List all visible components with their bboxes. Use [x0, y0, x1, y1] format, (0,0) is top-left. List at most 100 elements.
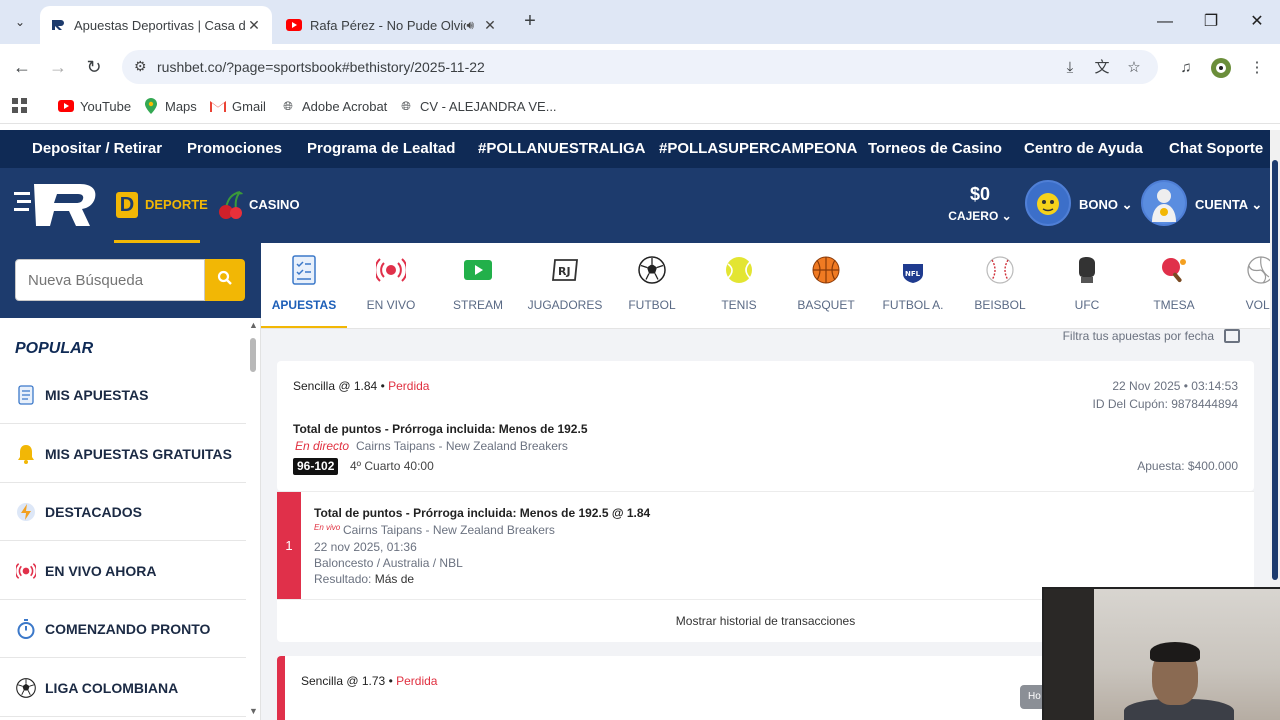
svg-text:RJ: RJ	[558, 265, 571, 278]
search-input[interactable]	[15, 259, 205, 301]
more-menu-icon[interactable]: ⋮	[1246, 57, 1268, 79]
separator: •	[385, 674, 397, 688]
sport-tab-voleibol[interactable]: VOLL	[1218, 243, 1270, 328]
leg-league: Baloncesto / Australia / NBL	[314, 556, 463, 570]
new-tab-button[interactable]: +	[518, 10, 542, 34]
tab-search-dropdown[interactable]: ⌄	[8, 10, 32, 34]
loss-indicator	[277, 656, 285, 720]
scroll-up-icon[interactable]: ▲	[249, 320, 258, 330]
event-teams: Cairns Taipans - New Zealand Breakers	[356, 439, 568, 453]
nav-programa-lealtad[interactable]: Programa de Lealtad	[307, 140, 455, 157]
bookmark-label: Adobe Acrobat	[302, 98, 388, 114]
leg-result-label: Resultado:	[314, 572, 372, 586]
sport-tab-beisbol[interactable]: BEISBOL	[957, 243, 1043, 328]
nav-polla-supercampeona[interactable]: #POLLASUPERCAMPEONA	[659, 140, 857, 157]
browser-tab-bar: ⌄ Apuestas Deportivas | Casa de Apuestas…	[0, 0, 1280, 44]
site-info-icon[interactable]: ⚙	[134, 58, 147, 75]
sport-tab-futbol-americano[interactable]: NFL FUTBOL A.	[870, 243, 956, 328]
live-label: En directo	[295, 439, 350, 453]
restore-button[interactable]: ❐	[1188, 8, 1234, 36]
bookmark-star-icon[interactable]: ☆	[1124, 58, 1144, 78]
translate-icon[interactable]: 文	[1092, 58, 1112, 78]
sidebar: POPULAR MIS APUESTAS MIS APUESTAS GRATUI…	[0, 318, 261, 720]
deporte-tab[interactable]: D DEPORTE	[114, 168, 208, 243]
sidebar-item-label: EN VIVO AHORA	[45, 563, 157, 579]
back-button[interactable]: ←	[9, 54, 35, 80]
nav-torneos-casino[interactable]: Torneos de Casino	[868, 140, 1002, 157]
close-window-button[interactable]: ✕	[1234, 8, 1280, 36]
close-tab-icon[interactable]: ✕	[482, 17, 498, 34]
sport-tab-basquet[interactable]: BASQUET	[783, 243, 869, 328]
cajero-button[interactable]: $0 CAJERO ⌄	[948, 184, 1012, 223]
profile-avatar-icon[interactable]	[1210, 57, 1232, 79]
bookmark-label: Gmail	[232, 98, 266, 114]
media-control-icon[interactable]: ♫	[1175, 57, 1197, 79]
page-scroll-thumb[interactable]	[1272, 160, 1278, 580]
sport-tab-apuestas[interactable]: APUESTAS	[261, 243, 347, 328]
casino-tab[interactable]: CASINO	[218, 168, 308, 243]
bet-card[interactable]: Sencilla @ 1.84 • Perdida 22 Nov 2025 • …	[277, 361, 1254, 491]
apps-grid-icon[interactable]	[12, 98, 28, 114]
stopwatch-icon	[16, 619, 36, 639]
sidebar-item-destacados[interactable]: DESTACADOS	[0, 483, 246, 541]
cuenta-avatar[interactable]	[1141, 180, 1187, 226]
bookmark-maps[interactable]: Maps	[143, 98, 197, 114]
date-filter[interactable]: Filtra tus apuestas por fecha	[1063, 329, 1240, 343]
sidebar-item-mis-apuestas-gratuitas[interactable]: MIS APUESTAS GRATUITAS	[0, 425, 246, 483]
install-icon[interactable]: ⤓	[1060, 58, 1080, 78]
sidebar-scrollbar[interactable]: ▲ ▼	[248, 318, 258, 720]
chevron-down-icon: ⌄	[1121, 197, 1133, 212]
bono-avatar[interactable]	[1025, 180, 1071, 226]
close-tab-icon[interactable]: ✕	[246, 17, 262, 34]
bookmark-label: YouTube	[80, 98, 132, 114]
minimize-button[interactable]: —	[1142, 8, 1188, 36]
webcam-person-hair	[1150, 642, 1200, 662]
sidebar-scroll-thumb[interactable]	[250, 338, 256, 372]
bookmark-gmail[interactable]: Gmail	[210, 98, 266, 114]
nav-chat-soporte[interactable]: Chat Soporte	[1169, 140, 1263, 157]
sidebar-item-mis-apuestas[interactable]: MIS APUESTAS	[0, 366, 246, 424]
basketball-icon	[811, 255, 841, 285]
cherry-icon	[218, 190, 244, 225]
bono-menu[interactable]: BONO ⌄	[1079, 197, 1133, 213]
svg-text:NFL: NFL	[905, 270, 921, 278]
nav-promociones[interactable]: Promociones	[187, 140, 282, 157]
search-button[interactable]	[205, 259, 245, 301]
bet-status: Perdida	[388, 379, 430, 393]
cuenta-menu[interactable]: CUENTA ⌄	[1195, 197, 1262, 213]
speaker-icon[interactable]: 🔊︎	[466, 18, 474, 33]
sport-label: TENIS	[721, 298, 757, 312]
sidebar-item-liga-colombiana[interactable]: LIGA COLOMBIANA	[0, 659, 246, 717]
live-icon	[16, 561, 36, 581]
bookmark-adobe-acrobat[interactable]: 🌐︎ Adobe Acrobat	[280, 98, 387, 114]
sport-tab-stream[interactable]: STREAM	[435, 243, 521, 328]
scroll-down-icon[interactable]: ▼	[249, 706, 258, 716]
tab-active[interactable]: Apuestas Deportivas | Casa de Apuestas ✕	[40, 6, 272, 44]
tab-inactive[interactable]: Rafa Pérez - No Pude Olvidarte 🔊︎ ✕	[276, 6, 508, 44]
cuenta-label: CUENTA	[1195, 197, 1248, 212]
bet-odds: Sencilla @ 1.84	[293, 379, 378, 393]
sport-tab-en-vivo[interactable]: EN VIVO	[348, 243, 434, 328]
forward-button[interactable]: →	[45, 54, 71, 80]
sport-tab-ufc[interactable]: UFC	[1044, 243, 1130, 328]
leg-datetime: 22 nov 2025, 01:36	[314, 540, 417, 554]
sport-tab-futbol[interactable]: FUTBOL	[609, 243, 695, 328]
address-bar[interactable]: ⚙ rushbet.co/?page=sportsbook#bethistory…	[122, 50, 1158, 84]
bookmark-cv[interactable]: 🌐︎ CV - ALEJANDRA VE...	[398, 98, 556, 114]
sport-tab-tenis[interactable]: TENIS	[696, 243, 782, 328]
balance-amount: $0	[969, 184, 991, 204]
sport-tab-tmesa[interactable]: TMESA	[1131, 243, 1217, 328]
globe-icon: 🌐︎	[283, 98, 293, 113]
sidebar-item-en-vivo-ahora[interactable]: EN VIVO AHORA	[0, 542, 246, 600]
nav-depositar-retirar[interactable]: Depositar / Retirar	[32, 140, 162, 157]
browser-toolbar: ← → ↻ ⚙ rushbet.co/?page=sportsbook#beth…	[0, 44, 1280, 90]
rushbet-logo[interactable]	[14, 182, 98, 228]
bet-market: Total de puntos - Prórroga incluida: Men…	[293, 422, 588, 436]
date-filter-label: Filtra tus apuestas por fecha	[1062, 329, 1214, 343]
sport-tab-jugadores[interactable]: RJ JUGADORES	[522, 243, 608, 328]
nav-centro-ayuda[interactable]: Centro de Ayuda	[1024, 140, 1143, 157]
bookmark-youtube[interactable]: YouTube	[58, 98, 131, 114]
nav-polla-nuestra-liga[interactable]: #POLLANUESTRALIGA	[478, 140, 646, 157]
sidebar-item-comenzando-pronto[interactable]: COMENZANDO PRONTO	[0, 600, 246, 658]
reload-button[interactable]: ↻	[81, 54, 107, 80]
